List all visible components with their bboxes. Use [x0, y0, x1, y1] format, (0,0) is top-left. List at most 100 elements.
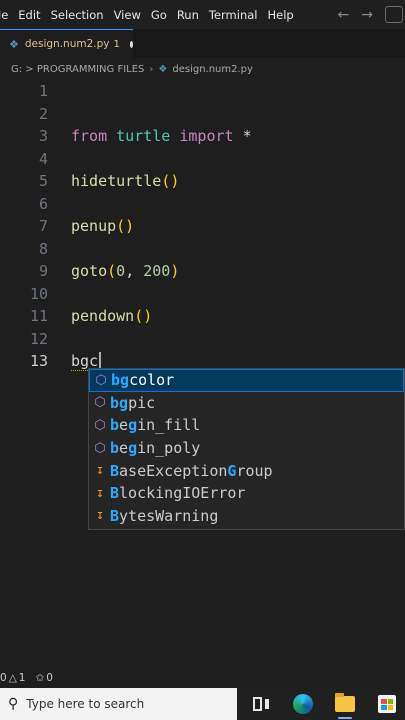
line-number: 12 — [29, 329, 48, 348]
task-view-icon — [253, 697, 269, 711]
method-cube-icon: ⬡ — [95, 372, 107, 388]
edge-button[interactable] — [285, 688, 321, 720]
method-cube-icon: ⬡ — [94, 417, 106, 433]
menu-bar: le Edit Selection View Go Run Terminal H… — [0, 0, 405, 29]
code-text: pendown() — [71, 307, 153, 325]
method-cube-icon: ⬡ — [94, 440, 106, 456]
line-number: 8 — [38, 239, 48, 258]
taskbar-search[interactable]: ⚲ Type here to search — [0, 688, 237, 720]
warning-icon: △ — [8, 672, 17, 684]
suggestion-label: BaseExceptionGroup — [110, 461, 273, 480]
code-line: 10 — [0, 283, 405, 305]
problems-indicator[interactable]: 0 △ 1 — [0, 672, 25, 684]
line-number: 3 — [38, 127, 48, 145]
store-icon — [378, 695, 396, 713]
suggestion-item[interactable]: ↧ BytesWarning — [89, 505, 404, 528]
keyword-from: from — [71, 127, 108, 145]
back-arrow-icon[interactable]: ← — [338, 7, 350, 23]
menu-selection[interactable]: Selection — [46, 8, 109, 22]
method-cube-icon: ⬡ — [94, 395, 106, 411]
number-literal: 200 — [143, 262, 171, 280]
module-name: turtle — [116, 127, 171, 145]
python-file-icon: ❖ — [9, 37, 19, 51]
code-text: goto(0, 200) — [71, 262, 180, 280]
code-line: 5 hideturtle() — [0, 170, 405, 192]
suggestion-label: BlockingIOError — [110, 484, 246, 503]
status-bar: 0 △ 1 ✩ 0 — [0, 668, 405, 688]
class-icon: ↧ — [96, 463, 104, 479]
search-icon: ⚲ — [8, 696, 19, 712]
suggestion-item[interactable]: ⬡ begin_fill — [89, 414, 404, 437]
unsaved-dot-icon[interactable] — [129, 40, 133, 48]
suggestion-item[interactable]: ⬡ bgpic — [89, 392, 404, 415]
code-line: 12 — [0, 328, 405, 350]
code-text: from turtle import * — [71, 127, 252, 145]
code-text: hideturtle() — [71, 172, 180, 190]
import-star: * — [242, 127, 252, 145]
breadcrumb-folder[interactable]: G: > PROGRAMMING FILES — [11, 64, 144, 75]
suggestion-label: bgcolor — [111, 371, 175, 390]
radio-tower-icon: ✩ — [35, 672, 45, 684]
forward-arrow-icon[interactable]: → — [361, 7, 373, 23]
function-call: hideturtle — [71, 172, 162, 190]
line-number: 7 — [38, 217, 48, 235]
store-button[interactable] — [369, 688, 405, 720]
menu-help[interactable]: Help — [262, 8, 298, 22]
line-number: 2 — [38, 104, 48, 123]
keyword-import: import — [179, 127, 234, 145]
breadcrumb: G: > PROGRAMMING FILES › ❖ design.num2.p… — [0, 58, 405, 80]
menu-run[interactable]: Run — [172, 8, 204, 22]
command-center-icon[interactable] — [385, 6, 403, 23]
class-icon: ↧ — [96, 508, 104, 524]
chevron-right-icon: › — [149, 63, 154, 75]
tab-problem-count: 1 — [113, 38, 120, 50]
search-placeholder: Type here to search — [26, 697, 145, 711]
error-count: 0 — [0, 672, 7, 684]
number-literal: 0 — [116, 262, 126, 280]
code-line: 3 from turtle import * — [0, 125, 405, 147]
suggestion-item[interactable]: ⬡ begin_poly — [89, 437, 404, 460]
menu-view[interactable]: View — [109, 8, 146, 22]
line-number: 10 — [29, 284, 48, 303]
tab-label: design.num2.py — [24, 38, 110, 50]
menu-edit[interactable]: Edit — [13, 8, 45, 22]
function-call: pendown — [71, 307, 135, 325]
function-call: goto — [71, 262, 108, 280]
code-line: 8 — [0, 238, 405, 260]
python-file-icon: ❖ — [158, 63, 168, 75]
nav-controls: ← → — [338, 0, 403, 29]
code-line: 9 goto(0, 200) — [0, 260, 405, 282]
suggestion-label: begin_poly — [110, 439, 201, 458]
ports-indicator[interactable]: ✩ 0 — [35, 672, 53, 684]
menu-terminal[interactable]: Terminal — [204, 8, 263, 22]
task-view-button[interactable] — [243, 688, 279, 720]
code-text: penup() — [71, 217, 135, 235]
line-number: 11 — [29, 307, 48, 325]
line-number: 9 — [38, 262, 48, 280]
suggestion-label: BytesWarning — [110, 506, 219, 525]
tab-bar: ❖ design.num2.py 1 — [0, 29, 405, 58]
edge-browser-icon — [293, 694, 313, 714]
code-line: 11 pendown() — [0, 305, 405, 327]
breadcrumb-file[interactable]: design.num2.py — [172, 64, 253, 75]
menu-file[interactable]: le — [0, 8, 13, 22]
windows-taskbar: ⚲ Type here to search — [0, 688, 405, 720]
tab-design-num2[interactable]: ❖ design.num2.py 1 — [0, 29, 133, 58]
line-number: 5 — [38, 172, 48, 190]
folder-icon — [335, 693, 355, 712]
suggestion-item[interactable]: ↧ BlockingIOError — [89, 482, 404, 505]
suggestion-item[interactable]: ⬡ bgcolor — [89, 369, 404, 392]
active-indicator — [338, 717, 352, 719]
ports-count: 0 — [46, 672, 53, 684]
suggestion-label: begin_fill — [110, 416, 201, 435]
line-number: 4 — [38, 149, 48, 168]
suggestion-item[interactable]: ↧ BaseExceptionGroup — [89, 459, 404, 482]
line-number: 1 — [38, 82, 48, 100]
code-line: 2 — [0, 103, 405, 125]
code-line: 4 — [0, 148, 405, 170]
menu-go[interactable]: Go — [146, 8, 172, 22]
line-number: 13 — [29, 352, 48, 370]
class-icon: ↧ — [96, 485, 104, 501]
file-explorer-button[interactable] — [327, 688, 363, 720]
line-number: 6 — [38, 194, 48, 213]
